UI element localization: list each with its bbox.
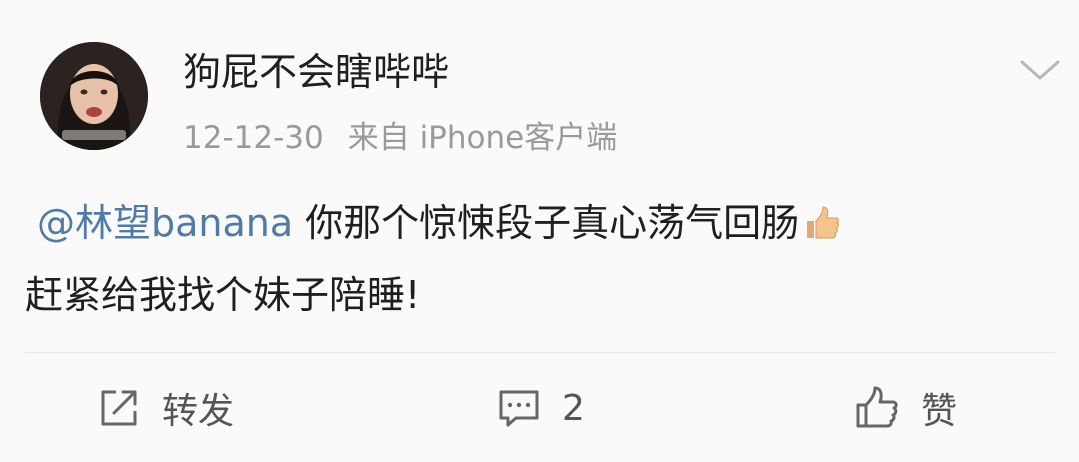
- like-label: 赞: [921, 391, 958, 432]
- content-line-1: @林望banana 你那个惊悚段子真心荡气回肠: [25, 190, 1065, 262]
- comment-count: 2: [562, 387, 585, 429]
- username[interactable]: 狗屁不会瞎哔哔: [183, 48, 449, 96]
- thumbs-up-icon: [801, 196, 841, 262]
- avatar[interactable]: [40, 42, 148, 150]
- chevron-down-icon[interactable]: [1016, 50, 1064, 90]
- post-meta: 12-12-30 来自 iPhone客户端: [183, 118, 617, 158]
- content-line-2: 赶紧给我找个妹子陪睡!: [25, 273, 421, 317]
- thumbs-up-icon: [853, 384, 901, 432]
- comment-button[interactable]: 2: [496, 378, 585, 438]
- like-button[interactable]: 赞: [853, 378, 957, 438]
- share-icon: [96, 385, 142, 431]
- post-date: 12-12-30: [183, 120, 324, 156]
- divider: [25, 352, 1055, 353]
- post-source: 来自 iPhone客户端: [347, 120, 618, 156]
- weibo-post-card: 狗屁不会瞎哔哔 12-12-30 来自 iPhone客户端 @林望banana 你那…: [0, 0, 1079, 462]
- comment-icon: [496, 385, 542, 431]
- post-content: @林望banana 你那个惊悚段子真心荡气回肠 赶紧给我找个妹子陪睡!: [25, 190, 1065, 328]
- mention-link[interactable]: @林望banana: [37, 201, 293, 245]
- forward-button[interactable]: 转发: [96, 378, 234, 438]
- forward-label: 转发: [162, 391, 235, 432]
- content-text-1: 你那个惊悚段子真心荡气回肠: [305, 201, 800, 245]
- avatar-photo: [40, 42, 148, 150]
